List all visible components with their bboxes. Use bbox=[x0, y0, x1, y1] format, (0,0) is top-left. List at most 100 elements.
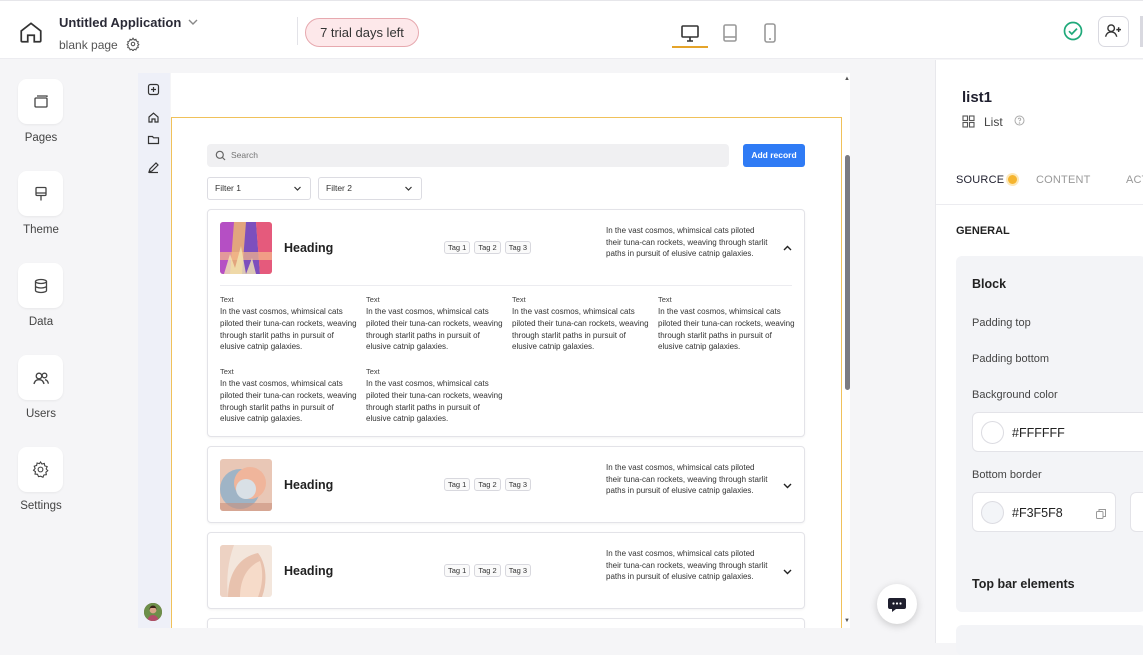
record-tags: Tag 1 Tag 2 Tag 3 bbox=[444, 564, 532, 577]
list-item[interactable]: Heading Tag 1 Tag 2 Tag 3 In the vast co… bbox=[207, 209, 805, 437]
detail-label: Text bbox=[512, 295, 526, 304]
bottom-border-color-field[interactable]: #F3F5F8 bbox=[972, 492, 1116, 532]
home-icon[interactable] bbox=[147, 111, 160, 124]
detail-text: In the vast cosmos, whimsical cats pilot… bbox=[512, 307, 649, 352]
chat-icon bbox=[888, 598, 906, 612]
filter-1-select[interactable]: Filter 1 bbox=[207, 177, 311, 200]
sidebar-item-settings[interactable]: Settings bbox=[18, 447, 64, 512]
page-canvas: Add record Filter 1 Filter 2 Heading Tag… bbox=[171, 73, 850, 628]
list-item[interactable] bbox=[207, 618, 805, 628]
record-tags: Tag 1 Tag 2 Tag 3 bbox=[444, 241, 532, 254]
chevron-up-icon[interactable] bbox=[782, 243, 793, 254]
home-icon[interactable] bbox=[18, 19, 44, 45]
scrollbar-thumb[interactable] bbox=[845, 155, 850, 390]
next-section[interactable] bbox=[956, 625, 1143, 655]
desktop-icon[interactable] bbox=[676, 19, 704, 47]
detail-field: Text In the vast cosmos, whimsical cats … bbox=[366, 367, 504, 425]
pen-icon[interactable] bbox=[147, 161, 160, 174]
detail-text: In the vast cosmos, whimsical cats pilot… bbox=[220, 379, 357, 424]
scroll-down-arrow[interactable]: ▼ bbox=[844, 618, 850, 624]
detail-field: Text In the vast cosmos, whimsical cats … bbox=[512, 295, 650, 353]
record-heading: Heading bbox=[284, 564, 334, 578]
unsaved-dot bbox=[1008, 175, 1017, 184]
folder-icon[interactable] bbox=[147, 133, 160, 146]
padding-bottom-label: Padding bottom bbox=[972, 353, 1050, 365]
tab-actions[interactable]: ACTIONS bbox=[1126, 174, 1143, 186]
detail-text: In the vast cosmos, whimsical cats pilot… bbox=[658, 307, 795, 352]
detail-field: Text In the vast cosmos, whimsical cats … bbox=[366, 295, 504, 353]
detail-label: Text bbox=[220, 367, 234, 376]
tag: Tag 3 bbox=[504, 241, 532, 254]
sidebar-label: Users bbox=[25, 408, 57, 420]
sidebar-item-users[interactable]: Users bbox=[18, 355, 64, 420]
avatar[interactable] bbox=[144, 603, 162, 621]
panel-tabs: SOURCE CONTENT ACTIONS bbox=[936, 172, 1143, 205]
list-item[interactable]: Heading Tag 1 Tag 2 Tag 3 In the vast co… bbox=[207, 532, 805, 609]
filter-label: Filter 2 bbox=[326, 183, 352, 193]
gear-icon[interactable] bbox=[126, 37, 140, 51]
tag: Tag 1 bbox=[444, 478, 471, 491]
section-general: GENERAL bbox=[956, 225, 1010, 237]
grid-icon bbox=[962, 115, 975, 128]
help-icon[interactable] bbox=[1014, 115, 1025, 126]
detail-field: Text In the vast cosmos, whimsical cats … bbox=[220, 295, 358, 353]
tab-content[interactable]: CONTENT bbox=[1036, 174, 1091, 186]
sidebar-item-theme[interactable]: Theme bbox=[18, 171, 64, 236]
tag: Tag 3 bbox=[504, 564, 532, 577]
chevron-down-icon[interactable] bbox=[782, 566, 793, 577]
properties-panel: list1 List SOURCE CONTENT ACTIONS GENERA… bbox=[935, 60, 1143, 655]
filter-2-select[interactable]: Filter 2 bbox=[318, 177, 422, 200]
color-swatch[interactable] bbox=[981, 501, 1004, 524]
invite-user-button[interactable] bbox=[1098, 16, 1129, 47]
color-swatch[interactable] bbox=[981, 421, 1004, 444]
padding-top-label: Padding top bbox=[972, 317, 1031, 329]
trial-badge[interactable]: 7 trial days left bbox=[305, 18, 419, 47]
detail-label: Text bbox=[366, 367, 380, 376]
list-item[interactable]: Heading Tag 1 Tag 2 Tag 3 In the vast co… bbox=[207, 446, 805, 523]
saved-check-icon bbox=[1063, 21, 1083, 41]
chevron-down-icon[interactable] bbox=[782, 480, 793, 491]
chevron-down-icon bbox=[294, 186, 301, 191]
record-thumbnail bbox=[220, 545, 272, 597]
page-name[interactable]: blank page bbox=[59, 38, 118, 52]
search-input[interactable] bbox=[231, 150, 531, 160]
tab-source[interactable]: SOURCE bbox=[956, 174, 1004, 186]
tablet-icon[interactable] bbox=[716, 19, 744, 47]
block-title: Block bbox=[972, 277, 1007, 291]
search-bar[interactable] bbox=[207, 144, 729, 167]
header-divider bbox=[297, 17, 298, 45]
detail-label: Text bbox=[366, 295, 380, 304]
bottom-border-label: Bottom border bbox=[972, 469, 1042, 481]
canvas-tool-strip bbox=[138, 73, 170, 628]
background-color-field[interactable]: #FFFFFF bbox=[972, 412, 1143, 452]
user-plus-icon bbox=[1104, 24, 1121, 37]
add-block-icon[interactable] bbox=[147, 83, 160, 96]
tag: Tag 2 bbox=[474, 478, 501, 491]
chat-button[interactable] bbox=[877, 584, 917, 624]
scroll-up-arrow[interactable]: ▲ bbox=[844, 76, 850, 82]
sidebar-label: Data bbox=[28, 316, 54, 328]
detail-divider bbox=[220, 285, 792, 286]
detail-field: Text In the vast cosmos, whimsical cats … bbox=[658, 295, 796, 353]
chevron-down-icon bbox=[405, 186, 412, 191]
chevron-down-icon[interactable] bbox=[186, 15, 200, 29]
mobile-icon[interactable] bbox=[756, 19, 784, 47]
component-type: List bbox=[984, 115, 1003, 129]
sidebar-label: Theme bbox=[23, 224, 59, 236]
sidebar-item-data[interactable]: Data bbox=[18, 263, 64, 328]
record-heading: Heading bbox=[284, 478, 334, 492]
gear-icon bbox=[32, 460, 49, 478]
tag: Tag 2 bbox=[474, 564, 501, 577]
canvas-scrollbar[interactable]: ▲ ▼ bbox=[844, 73, 850, 628]
copy-icon[interactable] bbox=[1095, 508, 1107, 520]
record-heading: Heading bbox=[284, 241, 334, 255]
sidebar-item-pages[interactable]: Pages bbox=[18, 79, 64, 144]
top-bar-elements-section[interactable]: Top bar elements bbox=[956, 557, 1143, 612]
component-name[interactable]: list1 bbox=[962, 89, 992, 106]
app-title[interactable]: Untitled Application bbox=[59, 15, 181, 30]
detail-label: Text bbox=[658, 295, 672, 304]
pages-icon bbox=[33, 94, 48, 108]
record-thumbnail bbox=[220, 222, 272, 274]
add-record-button[interactable]: Add record bbox=[743, 144, 805, 167]
bottom-border-width-field[interactable] bbox=[1130, 492, 1143, 532]
